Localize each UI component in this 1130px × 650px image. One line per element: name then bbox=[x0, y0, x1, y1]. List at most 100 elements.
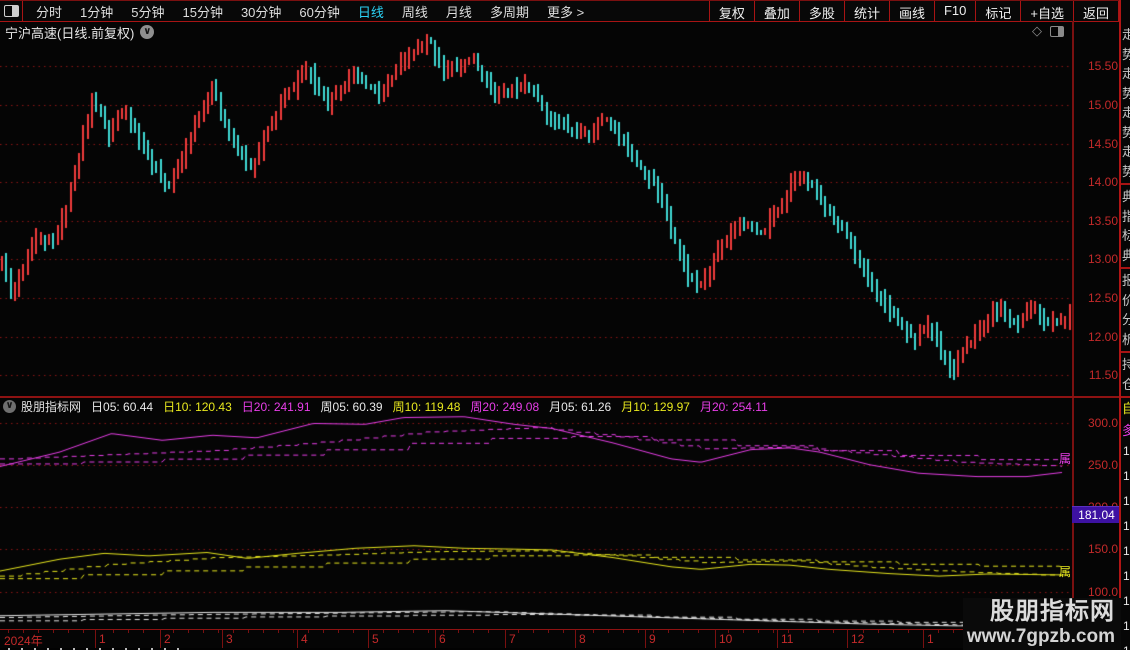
indicator-value-日05: 日05: 60.44 bbox=[91, 398, 153, 415]
period-tab-月线[interactable]: 月线 bbox=[437, 1, 481, 21]
indicator-value-日20: 日20: 241.91 bbox=[242, 398, 311, 415]
period-tab-日线[interactable]: 日线 bbox=[349, 1, 393, 21]
period-tab-多周期[interactable]: 多周期 bbox=[481, 1, 538, 21]
period-tab-15分钟[interactable]: 15分钟 bbox=[173, 1, 231, 21]
split-pane-button[interactable] bbox=[0, 1, 23, 21]
toolbar-button-画线[interactable]: 画线 bbox=[890, 1, 935, 21]
sidebar-item[interactable]: 典 bbox=[1122, 188, 1130, 206]
period-tab-5分钟[interactable]: 5分钟 bbox=[122, 1, 173, 21]
timeline-axis[interactable]: 2024年 1234567891011121 bbox=[0, 629, 1121, 650]
week-tick bbox=[173, 630, 174, 633]
title-corner-icons: ◇ bbox=[1032, 23, 1064, 39]
price-axis-label: 13.00 bbox=[1074, 252, 1118, 266]
sidebar-item[interactable]: 仓 bbox=[1122, 376, 1130, 394]
sidebar-item[interactable]: 价 bbox=[1122, 292, 1130, 310]
week-tick bbox=[488, 630, 489, 633]
sidebar-item[interactable]: 势 bbox=[1122, 46, 1130, 64]
price-axis-label: 13.50 bbox=[1074, 214, 1118, 228]
period-tab-分时[interactable]: 分时 bbox=[27, 1, 71, 21]
clipped-quote-digit: 1 bbox=[1123, 494, 1130, 508]
page-title: 宁沪高速(日线.前复权) bbox=[5, 23, 134, 42]
month-separator bbox=[715, 630, 716, 649]
toolbar-button-标记[interactable]: 标记 bbox=[976, 1, 1021, 21]
sidebar-separator bbox=[1121, 267, 1130, 269]
toolbar-button-多股[interactable]: 多股 bbox=[800, 1, 845, 21]
month-separator bbox=[160, 630, 161, 649]
month-separator bbox=[222, 630, 223, 649]
toolbar-button-返回[interactable]: 返回 bbox=[1074, 1, 1119, 21]
month-separator bbox=[95, 630, 96, 649]
clipped-quote-digit: 1 bbox=[1123, 644, 1130, 650]
week-tick bbox=[233, 630, 234, 633]
indicator-value-周10: 周10: 119.48 bbox=[393, 398, 461, 415]
price-axis-label: 11.50 bbox=[1074, 368, 1118, 382]
period-tab-周线[interactable]: 周线 bbox=[393, 1, 437, 21]
period-tab-1分钟[interactable]: 1分钟 bbox=[71, 1, 122, 21]
line-end-label: 属 bbox=[1059, 563, 1072, 580]
month-separator bbox=[435, 630, 436, 649]
sidebar-item[interactable]: 势 bbox=[1122, 85, 1130, 103]
period-tab-30分钟[interactable]: 30分钟 bbox=[232, 1, 290, 21]
toolbar-button-复权[interactable]: 复权 bbox=[710, 1, 755, 21]
sidebar-item[interactable]: 分 bbox=[1122, 311, 1130, 329]
price-axis-label: 14.50 bbox=[1074, 137, 1118, 151]
clipped-right-sidebar[interactable]: 走势走势走势走势典指标典报价分析持仓自多111111111 bbox=[1121, 0, 1130, 650]
week-tick bbox=[938, 630, 939, 633]
week-tick bbox=[458, 630, 459, 633]
period-tab-60分钟[interactable]: 60分钟 bbox=[290, 1, 348, 21]
indicator-chevron-icon[interactable]: ∨ bbox=[3, 400, 16, 413]
week-tick bbox=[143, 630, 144, 633]
split-pane-icon bbox=[4, 5, 19, 17]
trading-app-window: 分时1分钟5分钟15分钟30分钟60分钟日线周线月线多周期更多 > 复权叠加多股… bbox=[0, 0, 1130, 650]
week-tick bbox=[53, 630, 54, 633]
month-separator bbox=[777, 630, 778, 649]
sidebar-item[interactable]: 报 bbox=[1122, 272, 1130, 290]
clipped-quote-digit: 1 bbox=[1123, 544, 1130, 558]
clipped-quote-digit: 1 bbox=[1123, 444, 1130, 458]
month-label: 12 bbox=[851, 632, 864, 646]
toolbar-button-统计[interactable]: 统计 bbox=[845, 1, 890, 21]
sidebar-item[interactable]: 走 bbox=[1122, 65, 1130, 83]
toolbar-button-F10[interactable]: F10 bbox=[935, 1, 976, 21]
indicator-value-月05: 月05: 61.26 bbox=[549, 398, 611, 415]
line-end-label: 属 bbox=[1059, 450, 1072, 467]
sidebar-item[interactable]: 自 bbox=[1122, 400, 1130, 418]
sidebar-item[interactable]: 多 bbox=[1122, 422, 1130, 440]
toolbar-button-+自选[interactable]: +自选 bbox=[1021, 1, 1074, 21]
week-tick bbox=[8, 630, 9, 633]
week-tick bbox=[413, 630, 414, 633]
week-tick bbox=[38, 630, 39, 633]
week-tick bbox=[278, 630, 279, 633]
watermark-site-name: 股朋指标网 bbox=[963, 598, 1115, 625]
price-axis-label: 12.00 bbox=[1074, 330, 1118, 344]
toolbar-button-叠加[interactable]: 叠加 bbox=[755, 1, 800, 21]
week-tick bbox=[608, 630, 609, 633]
sidebar-item[interactable]: 持 bbox=[1122, 356, 1130, 374]
week-tick bbox=[473, 630, 474, 633]
sidebar-item[interactable]: 走 bbox=[1122, 26, 1130, 44]
sidebar-item[interactable]: 走 bbox=[1122, 104, 1130, 122]
sidebar-item[interactable]: 析 bbox=[1122, 331, 1130, 349]
sidebar-item[interactable]: 势 bbox=[1122, 163, 1130, 181]
sidebar-item[interactable]: 标 bbox=[1122, 227, 1130, 245]
month-label: 9 bbox=[649, 632, 656, 646]
price-axis-label: 15.00 bbox=[1074, 98, 1118, 112]
month-label: 11 bbox=[781, 632, 793, 646]
week-tick bbox=[698, 630, 699, 633]
diamond-icon[interactable]: ◇ bbox=[1032, 23, 1042, 39]
indicator-name: 股朋指标网 bbox=[21, 398, 81, 415]
month-label: 4 bbox=[301, 632, 308, 646]
period-tab-更多 >[interactable]: 更多 > bbox=[538, 1, 593, 21]
chevron-down-icon[interactable]: ∨ bbox=[140, 25, 154, 39]
month-separator bbox=[297, 630, 298, 649]
week-tick bbox=[533, 630, 534, 633]
pane-toggle-icon[interactable] bbox=[1050, 26, 1064, 37]
sidebar-item[interactable]: 典 bbox=[1122, 247, 1130, 265]
month-label: 2 bbox=[164, 632, 171, 646]
clipped-quote-digit: 1 bbox=[1123, 569, 1130, 583]
sidebar-item[interactable]: 指 bbox=[1122, 208, 1130, 226]
sidebar-item[interactable]: 走 bbox=[1122, 143, 1130, 161]
sidebar-item[interactable]: 势 bbox=[1122, 124, 1130, 142]
week-tick bbox=[518, 630, 519, 633]
week-tick bbox=[263, 630, 264, 633]
